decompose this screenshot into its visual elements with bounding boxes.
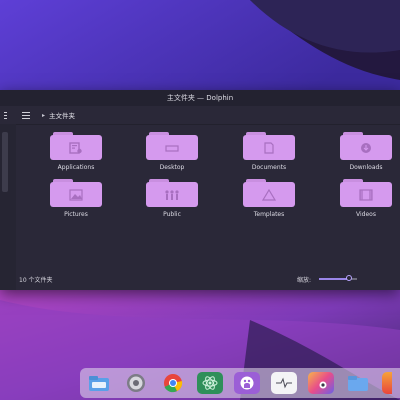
folder-applications[interactable]: Applications <box>41 132 111 176</box>
folder-icon <box>50 179 102 207</box>
applications-icon <box>69 141 82 154</box>
folder-label: Applications <box>57 164 95 171</box>
item-count: 10 个文件夹 <box>19 276 53 284</box>
status-bar: 10 个文件夹 缩放: <box>16 272 400 286</box>
zoom-label: 缩放: <box>297 276 312 284</box>
breadcrumb-current[interactable]: 主文件夹 <box>49 110 75 120</box>
folder-documents[interactable]: Documents <box>234 132 304 176</box>
zoom-slider-fill <box>319 278 350 280</box>
download-icon <box>361 142 371 153</box>
templates-icon <box>262 188 276 201</box>
toolbar: ▸ 主文件夹 <box>0 106 400 125</box>
folder-label: Documents <box>251 164 287 171</box>
window-titlebar[interactable]: 主文件夹 — Dolphin <box>0 90 400 106</box>
folder-icon <box>146 179 198 207</box>
folder-label: Desktop <box>159 164 185 171</box>
sidebar-scrollbar[interactable] <box>2 132 8 192</box>
folder-desktop[interactable]: Desktop <box>137 132 207 176</box>
folder-icon <box>340 179 392 207</box>
folder-label: Public <box>163 211 181 218</box>
video-icon <box>359 188 373 201</box>
folder-label: Templates <box>253 211 285 218</box>
settings-icon[interactable] <box>123 372 149 394</box>
folder-icon <box>243 132 295 160</box>
folder-downloads[interactable]: Downloads <box>331 132 400 176</box>
dolphin-window: 主文件夹 — Dolphin ▸ 主文件夹 Applications Deskt… <box>0 90 400 290</box>
folder-view: Applications Desktop Documents Downloads… <box>16 124 400 266</box>
photos-icon[interactable] <box>308 372 334 394</box>
breadcrumb-arrow-icon[interactable]: ▸ <box>42 112 45 119</box>
folder-icon <box>146 132 198 160</box>
folder-icon <box>50 132 102 160</box>
folder-label: Videos <box>356 211 376 218</box>
folder-icon[interactable] <box>345 372 371 394</box>
launcher-icon[interactable] <box>382 372 392 394</box>
folder-icon <box>243 179 295 207</box>
github-icon[interactable] <box>234 372 260 394</box>
folder-icon <box>340 132 392 160</box>
grid-view-icon[interactable] <box>2 109 14 121</box>
dock <box>80 368 400 398</box>
files-icon[interactable] <box>86 372 112 394</box>
pictures-icon <box>69 188 83 201</box>
window-title: 主文件夹 — Dolphin <box>166 94 234 102</box>
folder-public[interactable]: Public <box>137 179 207 223</box>
folder-label: Pictures <box>64 211 88 218</box>
zoom-slider[interactable] <box>319 275 357 281</box>
folder-label: Downloads <box>349 164 383 171</box>
folder-videos[interactable]: Videos <box>331 179 400 223</box>
zoom-slider-handle[interactable] <box>346 275 353 281</box>
folder-pictures[interactable]: Pictures <box>41 179 111 223</box>
places-panel <box>0 124 16 290</box>
activity-monitor-icon[interactable] <box>271 372 297 394</box>
desktop-icon <box>165 144 179 152</box>
folder-templates[interactable]: Templates <box>234 179 304 223</box>
documents-icon <box>264 141 274 154</box>
chrome-icon[interactable] <box>160 372 186 394</box>
atom-icon[interactable] <box>197 372 223 394</box>
list-view-icon[interactable] <box>20 109 32 121</box>
people-icon <box>165 189 179 200</box>
